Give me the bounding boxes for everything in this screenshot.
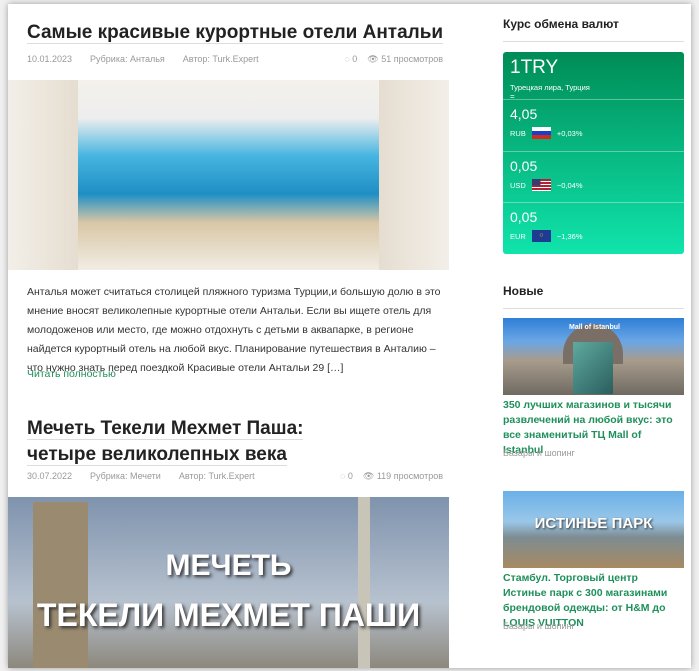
currency-heading: Курс обмена валют	[503, 17, 619, 31]
divider	[503, 308, 684, 309]
post-image-hotel[interactable]	[8, 80, 449, 270]
post-image-mosque[interactable]: МЕЧЕТЬ ТЕКЕЛИ МЕХМЕТ ПАШИ	[8, 497, 449, 668]
image-caption: ТЕКЕЛИ МЕХМЕТ ПАШИ	[36, 597, 421, 633]
comment-icon: ◌	[340, 471, 346, 481]
post-title[interactable]: Мечеть Текели Мехмет Паша: четыре велико…	[27, 416, 367, 468]
image-caption: МЕЧЕТЬ	[165, 549, 292, 582]
rate-change: −1,36%	[556, 231, 583, 241]
base-amount: 1TRY	[510, 57, 559, 78]
post-meta: 10.01.2023 Рубрика: Анталья Автор: Turk.…	[27, 54, 443, 65]
new-posts-heading: Новые	[503, 284, 544, 298]
post-title[interactable]: Самые красивые курортные отели Антальи	[27, 20, 444, 46]
rate-value: 0,05	[510, 158, 538, 174]
post-author[interactable]: Автор: Turk.Expert	[179, 471, 255, 482]
usa-flag-icon	[531, 179, 551, 191]
rate-change: −0,04%	[556, 180, 583, 190]
post-date: 10.01.2023	[27, 54, 73, 64]
currency-widget: 1TRY Турецкая лира, Турция = 4,05 RUB +0,…	[503, 52, 684, 254]
currency-code: RUB	[510, 128, 526, 138]
read-more-link[interactable]: Читать полностью	[27, 368, 116, 380]
post-author[interactable]: Автор: Turk.Expert	[183, 54, 259, 65]
page: Самые красивые курортные отели Антальи 1…	[8, 4, 691, 668]
rate-value: 0,05	[510, 209, 538, 225]
eu-flag-icon: ○	[531, 230, 551, 242]
divider	[503, 41, 684, 42]
rate-row-rub: 4,05 RUB +0,03%	[503, 99, 684, 145]
eye-icon: 👁	[367, 54, 379, 64]
post-excerpt: Анталья может считаться столицей пляжног…	[27, 286, 441, 374]
rate-value: 4,05	[510, 106, 538, 122]
image-caption: Mall of Istanbul	[569, 324, 620, 331]
post-meta: 30.07.2022 Рубрика: Мечети Автор: Turk.E…	[27, 471, 443, 482]
currency-code: EUR	[510, 231, 526, 241]
post-date: 30.07.2022	[27, 471, 73, 481]
russia-flag-icon	[531, 127, 551, 139]
currency-code: USD	[510, 180, 526, 190]
sidebar-image-mall[interactable]: Mall of Istanbul	[503, 318, 684, 395]
comment-icon: ◌	[344, 54, 350, 64]
comments-count[interactable]: ◌ 0	[344, 54, 357, 65]
eye-icon: 👁	[362, 471, 375, 481]
image-caption: ИСТИНЬЕ ПАРК	[534, 515, 653, 532]
sidebar-image-park[interactable]: ИСТИНЬЕ ПАРК	[503, 491, 684, 568]
post-category[interactable]: Рубрика: Мечети	[90, 471, 161, 482]
post-title-link[interactable]: Самые красивые курортные отели Антальи	[27, 22, 444, 44]
post-title-link[interactable]: Мечеть Текели Мехмет Паша: четыре велико…	[27, 418, 304, 466]
rate-row-eur: 0,05 EUR ○ −1,36%	[503, 202, 684, 248]
views-count: 👁 51 просмотров	[367, 54, 443, 64]
rate-change: +0,03%	[556, 128, 583, 138]
views-count: 👁 119 просмотров	[362, 471, 443, 481]
sidebar-post-category[interactable]: Базары и шопинг	[503, 621, 575, 631]
sidebar-post-category[interactable]: Базары и шопинг	[503, 448, 575, 458]
post-category[interactable]: Рубрика: Анталья	[90, 54, 165, 65]
rate-row-usd: 0,05 USD −0,04%	[503, 151, 684, 197]
base-currency-name: Турецкая лира, Турция	[510, 83, 590, 92]
comments-count[interactable]: ◌ 0	[340, 471, 353, 482]
